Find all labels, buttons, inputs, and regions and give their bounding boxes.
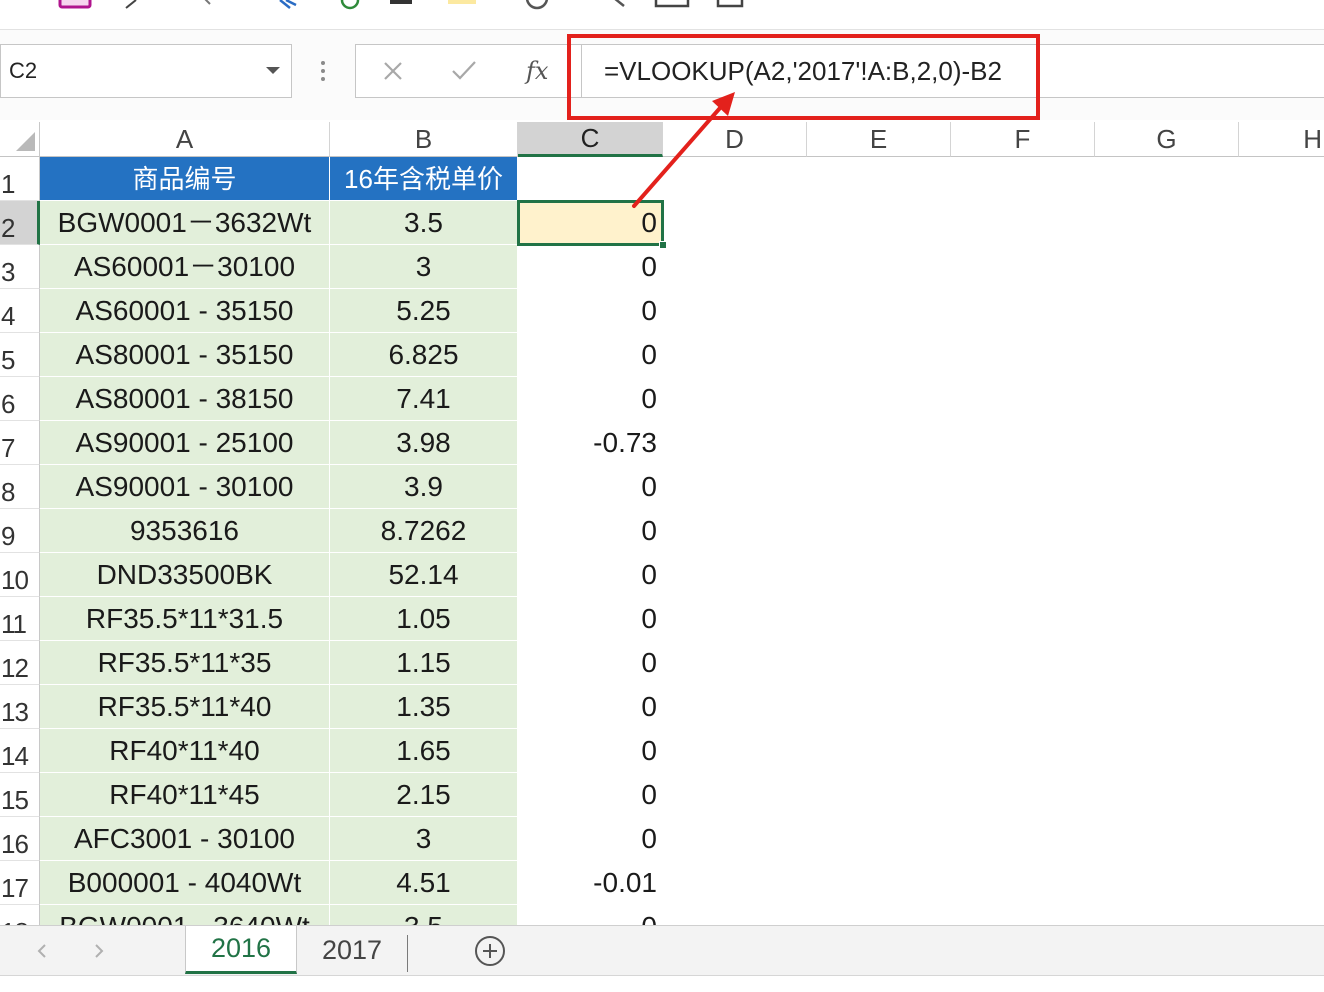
cell-b13[interactable]: 1.35	[330, 685, 518, 729]
cell-a15[interactable]: RF40*11*45	[40, 773, 330, 817]
cell-b6[interactable]: 7.41	[330, 377, 518, 421]
column-header-f[interactable]: F	[951, 122, 1095, 157]
select-all-triangle-icon	[16, 132, 35, 151]
cell-c13[interactable]: 0	[518, 685, 663, 729]
cell-c14[interactable]: 0	[518, 729, 663, 773]
sheet-tab-2016[interactable]: 2016	[185, 926, 297, 974]
sheet-tab-bar: 2016 2017	[0, 925, 1324, 975]
row-header-11[interactable]: 11	[0, 597, 40, 641]
row-header-9[interactable]: 9	[0, 509, 40, 553]
cell-a12[interactable]: RF35.5*11*35	[40, 641, 330, 685]
column-header-e[interactable]: E	[807, 122, 951, 157]
cell-b15[interactable]: 2.15	[330, 773, 518, 817]
column-header-d[interactable]: D	[663, 122, 807, 157]
cell-c12[interactable]: 0	[518, 641, 663, 685]
cell-a1[interactable]: 商品编号	[40, 157, 330, 201]
cell-b12[interactable]: 1.15	[330, 641, 518, 685]
cell-b18[interactable]: 3.5	[330, 905, 518, 925]
row-header-13[interactable]: 13	[0, 685, 40, 729]
row-header-5[interactable]: 5	[0, 333, 40, 377]
row-header-17[interactable]: 17	[0, 861, 40, 905]
chevron-left-icon[interactable]	[36, 943, 48, 959]
tab-divider	[407, 935, 408, 972]
row-header-15[interactable]: 15	[0, 773, 40, 817]
cell-a11[interactable]: RF35.5*11*31.5	[40, 597, 330, 641]
cell-c1[interactable]	[518, 157, 663, 201]
select-all-button[interactable]	[0, 122, 40, 157]
cell-c10[interactable]: 0	[518, 553, 663, 597]
column-header-a[interactable]: A	[40, 122, 330, 157]
row-header-8[interactable]: 8	[0, 465, 40, 509]
row-header-4[interactable]: 4	[0, 289, 40, 333]
cell-a18[interactable]: BGW0001 - 3640Wt	[40, 905, 330, 925]
row-header-14[interactable]: 14	[0, 729, 40, 773]
cell-c2[interactable]: 0	[518, 201, 663, 245]
row-header-16[interactable]: 16	[0, 817, 40, 861]
cell-b14[interactable]: 1.65	[330, 729, 518, 773]
row-header-2[interactable]: 2	[0, 201, 40, 245]
cell-b8[interactable]: 3.9	[330, 465, 518, 509]
row-header-10[interactable]: 10	[0, 553, 40, 597]
cell-c9[interactable]: 0	[518, 509, 663, 553]
cell-b9[interactable]: 8.7262	[330, 509, 518, 553]
cell-b2[interactable]: 3.5	[330, 201, 518, 245]
row-header-6[interactable]: 6	[0, 377, 40, 421]
cell-b3[interactable]: 3	[330, 245, 518, 289]
cell-c5[interactable]: 0	[518, 333, 663, 377]
cell-c17[interactable]: -0.01	[518, 861, 663, 905]
worksheet-grid[interactable]: A B C D E F G H 1 商品编号 16年含税单价 2 BGW0001－3632Wt 3.5 0 3…	[0, 0, 1324, 925]
row-header-18[interactable]: 18	[0, 905, 40, 925]
cell-a9[interactable]: 9353616	[40, 509, 330, 553]
cell-b17[interactable]: 4.51	[330, 861, 518, 905]
column-header-h[interactable]: H	[1239, 122, 1324, 157]
cell-b11[interactable]: 1.05	[330, 597, 518, 641]
cell-a4[interactable]: AS60001 - 35150	[40, 289, 330, 333]
status-bar	[0, 975, 1324, 992]
fill-handle[interactable]	[659, 241, 667, 249]
row-header-12[interactable]: 12	[0, 641, 40, 685]
cell-a17[interactable]: B000001 - 4040Wt	[40, 861, 330, 905]
cell-c4[interactable]: 0	[518, 289, 663, 333]
cell-c7[interactable]: -0.73	[518, 421, 663, 465]
cell-c18[interactable]: 0	[518, 905, 663, 926]
cell-b16[interactable]: 3	[330, 817, 518, 861]
cell-b1[interactable]: 16年含税单价	[330, 157, 518, 201]
cell-c3[interactable]: 0	[518, 245, 663, 289]
column-header-c[interactable]: C	[518, 122, 663, 157]
cell-b10[interactable]: 52.14	[330, 553, 518, 597]
cell-b4[interactable]: 5.25	[330, 289, 518, 333]
row-header-3[interactable]: 3	[0, 245, 40, 289]
row-header-7[interactable]: 7	[0, 421, 40, 465]
cell-a5[interactable]: AS80001 - 35150	[40, 333, 330, 377]
cell-a14[interactable]: RF40*11*40	[40, 729, 330, 773]
column-header-b[interactable]: B	[330, 122, 518, 157]
cell-c8[interactable]: 0	[518, 465, 663, 509]
plus-circle-icon[interactable]	[475, 936, 505, 966]
sheet-tab-2017[interactable]: 2017	[297, 926, 407, 974]
cell-a2[interactable]: BGW0001－3632Wt	[40, 201, 330, 245]
chevron-right-icon[interactable]	[93, 943, 105, 959]
cell-a10[interactable]: DND33500BK	[40, 553, 330, 597]
cell-a8[interactable]: AS90001 - 30100	[40, 465, 330, 509]
cell-a13[interactable]: RF35.5*11*40	[40, 685, 330, 729]
cell-b7[interactable]: 3.98	[330, 421, 518, 465]
cell-c11[interactable]: 0	[518, 597, 663, 641]
cell-b5[interactable]: 6.825	[330, 333, 518, 377]
cell-a3[interactable]: AS60001－30100	[40, 245, 330, 289]
cell-c15[interactable]: 0	[518, 773, 663, 817]
cell-a16[interactable]: AFC3001 - 30100	[40, 817, 330, 861]
cell-c16[interactable]: 0	[518, 817, 663, 861]
cell-a6[interactable]: AS80001 - 38150	[40, 377, 330, 421]
cell-c6[interactable]: 0	[518, 377, 663, 421]
row-header-1[interactable]: 1	[0, 157, 40, 201]
column-header-g[interactable]: G	[1095, 122, 1239, 157]
cell-a7[interactable]: AS90001 - 25100	[40, 421, 330, 465]
